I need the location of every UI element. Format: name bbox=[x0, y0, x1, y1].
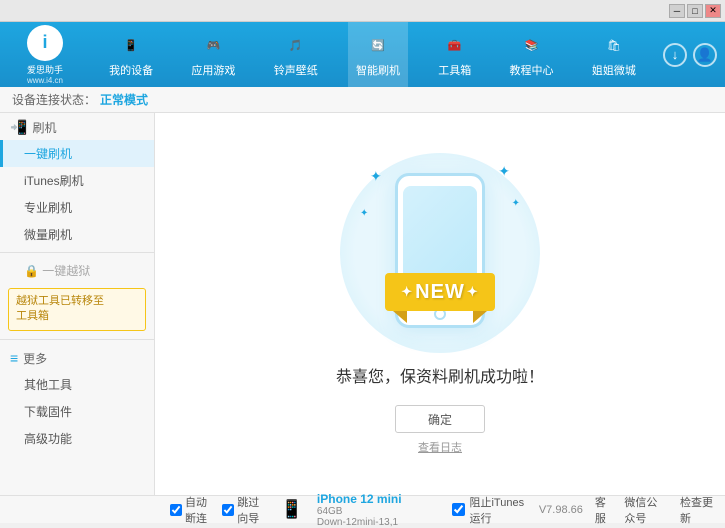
sidebar-item-pro-flash[interactable]: 专业刷机 bbox=[0, 194, 154, 221]
device-name: iPhone 12 mini bbox=[317, 492, 402, 506]
sidebar-item-advanced[interactable]: 高级功能 bbox=[0, 425, 154, 452]
logo-icon: i bbox=[27, 25, 63, 61]
sidebar-item-download-firmware[interactable]: 下载固件 bbox=[0, 398, 154, 425]
sparkle-2: ✦ bbox=[498, 163, 510, 180]
title-bar: ─ □ ✕ bbox=[0, 0, 725, 22]
new-ribbon: ✦NEW✦ bbox=[385, 273, 495, 323]
checkbox-auto-close[interactable]: 自动断连 bbox=[170, 494, 216, 526]
sidebar-item-itunes-flash[interactable]: iTunes刷机 bbox=[0, 167, 154, 194]
toolbox-icon: 🧰 bbox=[441, 31, 469, 59]
auto-close-label: 自动断连 bbox=[185, 494, 216, 526]
view-log-link[interactable]: 查看日志 bbox=[418, 439, 462, 455]
status-bar: 设备连接状态： 正常模式 bbox=[0, 87, 725, 113]
device-area: 📱 iPhone 12 mini 64GB Down-12mini-13,1 bbox=[280, 492, 435, 528]
sparkle-3: ✦ bbox=[360, 208, 368, 219]
bottom-checkboxes: 自动断连跳过向导 bbox=[170, 494, 268, 526]
skip-wizard-checkbox[interactable] bbox=[222, 504, 234, 516]
bottom-bar: 自动断连跳过向导 📱 iPhone 12 mini 64GB Down-12mi… bbox=[0, 495, 725, 523]
ringtones-icon: 🎵 bbox=[282, 31, 310, 59]
version-label: V7.98.66 bbox=[539, 504, 583, 516]
auto-close-checkbox[interactable] bbox=[170, 504, 182, 516]
status-prefix: 设备连接状态： bbox=[12, 91, 96, 108]
checkbox-skip-wizard[interactable]: 跳过向导 bbox=[222, 494, 268, 526]
nav-item-my-device[interactable]: 📱我的设备 bbox=[101, 22, 161, 87]
logo-area: i 爱思助手 www.i4.cn bbox=[0, 25, 90, 85]
ribbon-body: ✦NEW✦ bbox=[385, 273, 495, 311]
divider-2 bbox=[0, 339, 154, 340]
maximize-btn[interactable]: □ bbox=[687, 4, 703, 18]
success-message: 恭喜您，保资料刷机成功啦！ bbox=[336, 363, 544, 387]
nav-item-smart-flash[interactable]: 🔄智能刷机 bbox=[348, 22, 408, 87]
header: i 爱思助手 www.i4.cn 📱我的设备 🎮应用游戏 🎵铃声壁纸 🔄智能刷机 🧰工具… bbox=[0, 22, 725, 87]
smart-flash-icon: 🔄 bbox=[364, 31, 392, 59]
nav-item-apps-games[interactable]: 🎮应用游戏 bbox=[183, 22, 243, 87]
confirm-button[interactable]: 确定 bbox=[395, 405, 485, 433]
my-device-icon: 📱 bbox=[117, 31, 145, 59]
jailbreak-warning: 越狱工具已转移至工具箱 bbox=[8, 288, 146, 331]
bottom-full: 自动断连跳过向导 📱 iPhone 12 mini 64GB Down-12mi… bbox=[170, 492, 715, 528]
flash-section-icon: 📲 bbox=[10, 119, 27, 136]
download-btn[interactable]: ↓ bbox=[663, 43, 687, 67]
itunes-bar: 阻止iTunes运行 bbox=[447, 494, 526, 526]
sparkle-4: ✦ bbox=[512, 198, 520, 209]
flash-section-label: 刷机 bbox=[32, 119, 56, 136]
sidebar: 📲 刷机 一键刷机 iTunes刷机 专业刷机 微量刷机 🔒 一键越狱 越狱工具… bbox=[0, 113, 155, 495]
content-area: ✦ ✦ ✦ ✦ ✦ ✦NEW✦ 恭喜您，保资料刷机成功 bbox=[155, 113, 725, 495]
itunes-checkbox[interactable] bbox=[452, 503, 465, 516]
sidebar-item-jailbreak-disabled: 🔒 一键越狱 bbox=[0, 257, 154, 284]
sidebar-item-one-click-flash[interactable]: 一键刷机 bbox=[0, 140, 154, 167]
nav-item-wechat-mall[interactable]: 🛍姐姐微城 bbox=[584, 22, 644, 87]
ribbon-tail-left bbox=[393, 311, 407, 323]
logo-url: www.i4.cn bbox=[27, 76, 63, 85]
header-right: ↓ 👤 bbox=[655, 43, 725, 67]
sparkle-1: ✦ bbox=[370, 168, 382, 185]
divider-1 bbox=[0, 252, 154, 253]
tutorial-icon: 📚 bbox=[518, 31, 546, 59]
main-layout: 📲 刷机 一键刷机 iTunes刷机 专业刷机 微量刷机 🔒 一键越狱 越狱工具… bbox=[0, 113, 725, 495]
nav-items: 📱我的设备 🎮应用游戏 🎵铃声壁纸 🔄智能刷机 🧰工具箱 📚教程中心 🛍姐姐微城 bbox=[90, 22, 655, 87]
more-section-icon: ≡ bbox=[10, 350, 18, 366]
status-mode: 正常模式 bbox=[100, 91, 148, 108]
logo-title: 爱思助手 bbox=[27, 63, 63, 76]
nav-item-ringtones[interactable]: 🎵铃声壁纸 bbox=[266, 22, 326, 87]
skip-wizard-label: 跳过向导 bbox=[237, 494, 268, 526]
sidebar-item-other-tools[interactable]: 其他工具 bbox=[0, 371, 154, 398]
nav-item-toolbox[interactable]: 🧰工具箱 bbox=[430, 22, 479, 87]
sidebar-section-flash: 📲 刷机 bbox=[0, 113, 154, 140]
apps-games-icon: 🎮 bbox=[199, 31, 227, 59]
itunes-label: 阻止iTunes运行 bbox=[469, 494, 526, 526]
success-illustration: ✦ ✦ ✦ ✦ ✦ ✦NEW✦ bbox=[340, 153, 540, 353]
device-storage: 64GB bbox=[317, 506, 402, 517]
sidebar-item-save-flash[interactable]: 微量刷机 bbox=[0, 221, 154, 248]
wechat-mall-icon: 🛍 bbox=[600, 31, 628, 59]
check-update-link[interactable]: 检查更新 bbox=[680, 494, 715, 526]
device-icon: 📱 bbox=[280, 499, 302, 520]
user-btn[interactable]: 👤 bbox=[693, 43, 717, 67]
device-firmware: Down-12mini-13,1 bbox=[317, 517, 402, 528]
sidebar-section-more: ≡ 更多 bbox=[0, 344, 154, 371]
customer-service-link[interactable]: 客服 bbox=[595, 494, 612, 526]
minimize-btn[interactable]: ─ bbox=[669, 4, 685, 18]
more-section-label: 更多 bbox=[23, 350, 47, 367]
wechat-public-link[interactable]: 微信公众号 bbox=[624, 494, 668, 526]
close-btn[interactable]: ✕ bbox=[705, 4, 721, 18]
ribbon-tail-right bbox=[473, 311, 487, 323]
nav-item-tutorial[interactable]: 📚教程中心 bbox=[502, 22, 562, 87]
device-info: iPhone 12 mini 64GB Down-12mini-13,1 bbox=[317, 492, 402, 528]
